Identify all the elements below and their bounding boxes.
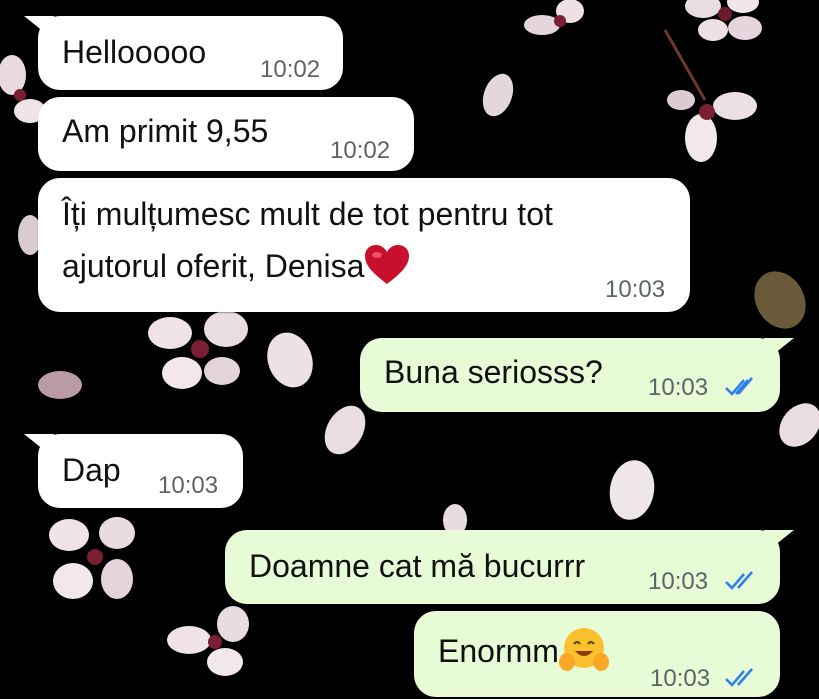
message-text-line-1: Îți mulțumesc mult de tot pentru tot bbox=[62, 196, 553, 232]
red-heart-emoji-icon bbox=[365, 244, 410, 284]
bubble-tail-icon bbox=[764, 338, 794, 362]
bubble-tail-icon bbox=[24, 434, 54, 458]
incoming-message-bubble[interactable]: Am primit 9,55 10:02 bbox=[38, 97, 414, 171]
message-text: ajutorul oferit, Denisa bbox=[62, 248, 365, 284]
message-timestamp: 10:02 bbox=[260, 56, 321, 83]
outgoing-message-bubble[interactable]: Doamne cat mă bucurrr 10:03 bbox=[225, 530, 794, 604]
incoming-message-bubble[interactable]: Îți mulțumesc mult de tot pentru tot aju… bbox=[38, 178, 690, 312]
message-timestamp: 10:02 bbox=[330, 137, 391, 164]
incoming-message-bubble[interactable]: Dap 10:03 bbox=[24, 434, 243, 508]
bubble-tail-icon bbox=[24, 16, 54, 40]
message-timestamp: 10:03 bbox=[605, 276, 666, 303]
message-timestamp: 10:03 bbox=[648, 374, 709, 401]
message-text: Doamne cat mă bucurrr bbox=[249, 548, 586, 584]
read-double-check-icon bbox=[725, 377, 753, 396]
read-double-check-icon bbox=[725, 571, 753, 590]
message-text: Hellooooo bbox=[62, 34, 207, 70]
message-text-line-2: ajutorul oferit, Denisa bbox=[62, 244, 410, 288]
outgoing-message-bubble[interactable]: Enormm 10:03 bbox=[414, 611, 780, 697]
message-timestamp: 10:03 bbox=[158, 472, 219, 499]
message-text: Dap bbox=[62, 452, 121, 488]
smiling-face-with-open-hands-emoji-icon bbox=[558, 627, 609, 671]
read-double-check-icon bbox=[725, 668, 753, 687]
message-text: Am primit 9,55 bbox=[62, 113, 269, 149]
bubble-tail-icon bbox=[764, 530, 794, 554]
message-text: Enormm bbox=[438, 633, 559, 669]
incoming-message-bubble[interactable]: Hellooooo 10:02 bbox=[24, 16, 343, 90]
message-text-line: Enormm bbox=[438, 627, 609, 674]
outgoing-message-bubble[interactable]: Buna seriosss? 10:03 bbox=[360, 338, 794, 412]
message-timestamp: 10:03 bbox=[650, 665, 711, 692]
message-text: Buna seriosss? bbox=[384, 354, 603, 390]
message-timestamp: 10:03 bbox=[648, 568, 709, 595]
